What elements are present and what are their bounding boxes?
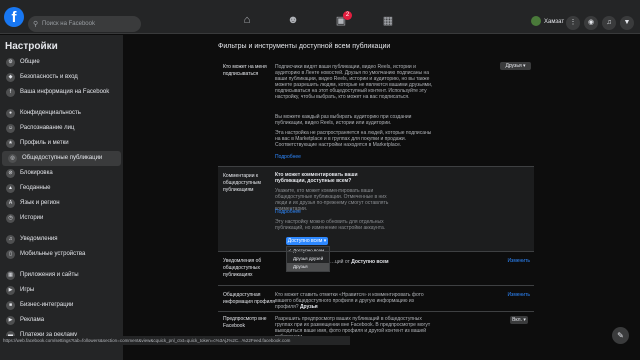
sidebar-item-apps[interactable]: ▦ Приложения и сайты — [0, 268, 123, 283]
sidebar-item-public-posts[interactable]: ◎ Общедоступные публикации — [2, 151, 121, 166]
shield-icon: ◆ — [6, 73, 15, 82]
sidebar-item-profile-tagging[interactable]: ★ Профиль и метки — [0, 136, 123, 151]
followers-audience-button[interactable]: Друзья ▾ — [500, 62, 531, 70]
face-icon: ☺ — [6, 124, 15, 133]
tag-icon: ★ — [6, 139, 15, 148]
profile-button[interactable]: Хамзат — [531, 14, 564, 30]
public-comments-row: Комментарии к общедоступным публикациям … — [218, 166, 534, 251]
notifications-label: Уведомления об общедоступных публикациях — [223, 258, 262, 278]
block-icon: ⊘ — [6, 169, 15, 178]
search-input[interactable]: ⚲ Поиск на Facebook — [28, 16, 141, 32]
status-bar-url: https://web.facebook.com/settings?tab=fo… — [0, 336, 350, 345]
friends-icon[interactable]: ☻ — [283, 14, 303, 30]
sidebar-item-ads[interactable]: ▶ Реклама — [0, 313, 123, 328]
language-icon: A — [6, 199, 15, 208]
followers-text: Подписчики видят ваши публикации, видео … — [275, 64, 433, 100]
sidebar-item-face-recognition[interactable]: ☺ Распознавание лиц — [0, 121, 123, 136]
comments-more-link[interactable]: Подробнее — [275, 209, 301, 215]
sidebar-item-general[interactable]: ⚙ Общие — [0, 55, 123, 70]
bell-icon[interactable]: ♫ — [602, 16, 616, 30]
gear-icon: ⚙ — [6, 58, 15, 67]
sidebar-item-blocking[interactable]: ⊘ Блокировка — [0, 166, 123, 181]
home-icon[interactable]: ⌂ — [237, 14, 257, 30]
sidebar-item-location[interactable]: ▲ Геоданные — [0, 181, 123, 196]
globe-icon: ◎ — [8, 154, 17, 163]
comments-question: Кто может комментировать ваши публикации… — [275, 172, 358, 184]
notification-badge: 2 — [343, 11, 352, 20]
location-icon: ▲ — [6, 184, 15, 193]
sidebar-title: Настройки — [5, 41, 58, 52]
compose-message-icon[interactable]: ✎ — [612, 327, 629, 344]
public-profile-info-row: Общедоступная информация профиля Кто мож… — [218, 285, 534, 311]
sidebar-item-your-info[interactable]: f Ваша информация на Facebook — [0, 85, 123, 100]
ads-icon: ▶ — [6, 316, 15, 325]
search-icon: ⚲ — [33, 21, 39, 28]
groups-icon[interactable]: ▣ 2 — [331, 11, 352, 30]
apps-icon: ▦ — [6, 271, 15, 280]
phone-icon: ▯ — [6, 250, 15, 259]
messenger-icon[interactable]: ◉ — [584, 16, 598, 30]
sidebar-item-business[interactable]: ■ Бизнес-интеграции — [0, 298, 123, 313]
briefcase-icon: ■ — [6, 301, 15, 310]
profile-info-edit-button[interactable]: Изменить — [507, 292, 530, 298]
profile-info-text: Кто может ставить отметки «Нравится» и к… — [275, 292, 424, 310]
facebook-icon: f — [6, 88, 15, 97]
sidebar-item-notifications[interactable]: ♫ Уведомления — [0, 232, 123, 247]
notifications-text: …ций от Доступно всем — [330, 259, 389, 265]
followers-more-link[interactable]: Подробнее — [275, 154, 301, 160]
settings-sidebar: Настройки ⚙ Общие ◆ Безопасность и вход fВ… — [0, 35, 123, 360]
followers-text-2: Вы можете каждый раз выбирать аудиторию … — [275, 114, 412, 126]
page-title: Фильтры и инструменты доступной всем пуб… — [218, 43, 391, 50]
followers-text-3: Эта настройка не распространяется на люд… — [275, 130, 432, 148]
sidebar-item-stories[interactable]: ◷ Истории — [0, 211, 123, 226]
followers-label: Кто может на меня подписываться — [223, 64, 267, 77]
comments-text-2: Эту настройку можно обновить для отдельн… — [275, 219, 386, 231]
followers-row: Кто может на меня подписываться Подписчи… — [218, 58, 534, 166]
notifications-edit-button[interactable]: Изменить — [507, 258, 530, 264]
sidebar-item-language[interactable]: A Язык и регион — [0, 196, 123, 211]
facebook-logo[interactable]: f — [4, 7, 24, 27]
comments-audience-select[interactable]: Доступно всем ▾ — [286, 237, 328, 245]
avatar — [531, 16, 541, 27]
lock-icon: ● — [6, 109, 15, 118]
sidebar-item-privacy[interactable]: ● Конфиденциальность — [0, 106, 123, 121]
bell-icon: ♫ — [6, 235, 15, 244]
comments-label: Комментарии к общедоступным публикациям — [223, 173, 261, 193]
stories-icon: ◷ — [6, 214, 15, 223]
public-notifications-row: Уведомления об общедоступных публикациях… — [218, 251, 534, 285]
sidebar-item-security[interactable]: ◆ Безопасность и вход — [0, 70, 123, 85]
top-bar: f ⚲ Поиск на Facebook ⌂ ☻ ▣ 2 ▦ Хамзат ⋮ ◉… — [0, 0, 640, 34]
profile-info-label: Общедоступная информация профиля — [223, 292, 276, 305]
account-icon[interactable]: ▼ — [620, 16, 634, 30]
sidebar-item-games[interactable]: ▶ Игры — [0, 283, 123, 298]
game-icon: ▶ — [6, 286, 15, 295]
preview-toggle-button[interactable]: Вкл. ▾ — [510, 316, 528, 324]
menu-grid-icon[interactable]: ▦ — [378, 14, 398, 30]
menu-icon[interactable]: ⋮ — [566, 16, 580, 30]
off-facebook-preview-row: Предпросмотр вне Facebook Разрешить пред… — [218, 311, 534, 340]
preview-label: Предпросмотр вне Facebook — [223, 316, 267, 329]
sidebar-item-mobile[interactable]: ▯ Мобильные устройства — [0, 247, 123, 262]
